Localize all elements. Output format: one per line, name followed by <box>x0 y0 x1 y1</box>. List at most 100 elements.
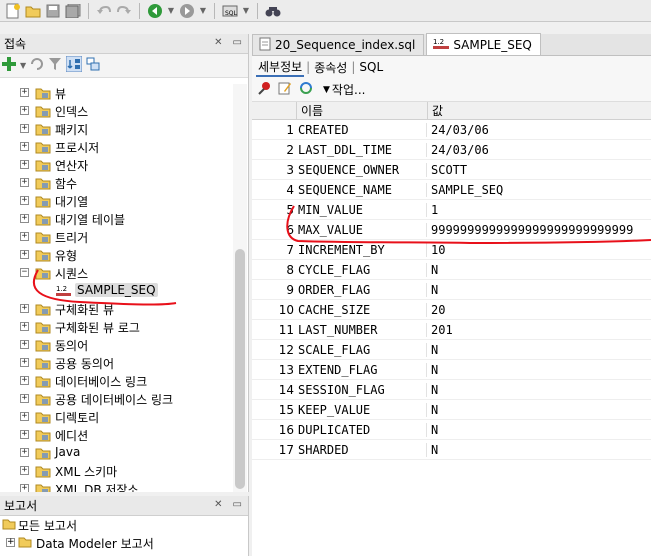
expand-icon[interactable]: + <box>20 106 29 115</box>
actions-menu-button[interactable]: ▼ 작업... <box>320 80 368 99</box>
table-row[interactable]: 10 CACHE_SIZE 20 <box>252 300 651 320</box>
tree-item-folder[interactable]: + 구체화된 뷰 <box>0 300 232 318</box>
scrollbar-thumb[interactable] <box>235 249 245 489</box>
forward-dropdown-icon[interactable]: ▼ <box>198 2 208 20</box>
expand-icon[interactable]: + <box>20 358 29 367</box>
expand-icon[interactable]: + <box>20 124 29 133</box>
expand-icon[interactable]: + <box>20 430 29 439</box>
subtab-dependencies[interactable]: 종속성 <box>312 59 349 76</box>
tree-item-folder[interactable]: + 동의어 <box>0 336 232 354</box>
tree-item-folder[interactable]: + 함수 <box>0 174 232 192</box>
property-name-cell[interactable]: INCREMENT_BY <box>296 242 427 257</box>
property-value-cell[interactable]: N <box>427 263 651 277</box>
property-value-cell[interactable]: 9999999999999999999999999999 <box>427 223 651 237</box>
property-value-cell[interactable]: N <box>427 423 651 437</box>
minimize-panel-icon[interactable]: ▭ <box>233 499 242 510</box>
tree-item-folder[interactable]: + 대기열 <box>0 192 232 210</box>
table-row[interactable]: 2 LAST_DDL_TIME 24/03/06 <box>252 140 651 160</box>
forward-icon[interactable] <box>178 2 196 20</box>
refresh-icon[interactable] <box>298 80 314 99</box>
property-value-cell[interactable]: 201 <box>427 323 651 337</box>
property-value-cell[interactable]: 1 <box>427 203 651 217</box>
tree-item-folder[interactable]: + 디렉토리 <box>0 408 232 426</box>
property-name-cell[interactable]: EXTEND_FLAG <box>296 362 427 377</box>
property-name-cell[interactable]: CACHE_SIZE <box>296 302 427 317</box>
expand-icon[interactable]: + <box>20 178 29 187</box>
tree-item-folder[interactable]: + 공용 데이터베이스 링크 <box>0 390 232 408</box>
property-name-cell[interactable]: MIN_VALUE <box>296 202 427 217</box>
tree-item-folder[interactable]: + 공용 동의어 <box>0 354 232 372</box>
expand-icon[interactable]: + <box>20 88 29 97</box>
property-name-cell[interactable]: SEQUENCE_NAME <box>296 182 427 197</box>
table-row[interactable]: 16 DUPLICATED N <box>252 420 651 440</box>
property-value-cell[interactable]: 24/03/06 <box>427 143 651 157</box>
property-value-cell[interactable]: SCOTT <box>427 163 651 177</box>
find-icon[interactable] <box>264 2 282 20</box>
property-name-cell[interactable]: SESSION_FLAG <box>296 382 427 397</box>
table-row[interactable]: 3 SEQUENCE_OWNER SCOTT <box>252 160 651 180</box>
table-row[interactable]: 6 MAX_VALUE 9999999999999999999999999999 <box>252 220 651 240</box>
property-value-cell[interactable]: N <box>427 343 651 357</box>
table-row[interactable]: 11 LAST_NUMBER 201 <box>252 320 651 340</box>
name-column-header[interactable]: 이름 <box>296 102 427 119</box>
expand-icon[interactable]: + <box>20 232 29 241</box>
property-value-cell[interactable]: N <box>427 283 651 297</box>
tree-item-folder[interactable]: + 뷰 <box>0 84 232 102</box>
tree-item-folder[interactable]: + 프로시저 <box>0 138 232 156</box>
tree-item-folder[interactable]: + 대기열 테이블 <box>0 210 232 228</box>
expand-icon[interactable]: + <box>20 322 29 331</box>
tree-item-folder[interactable]: + Java <box>0 444 232 462</box>
property-value-cell[interactable]: N <box>427 363 651 377</box>
property-name-cell[interactable]: KEEP_VALUE <box>296 402 427 417</box>
table-row[interactable]: 1 CREATED 24/03/06 <box>252 120 651 140</box>
property-value-cell[interactable]: 24/03/06 <box>427 123 651 137</box>
expand-icon[interactable]: + <box>20 250 29 259</box>
expand-icon[interactable]: + <box>20 448 29 457</box>
expand-icon[interactable]: + <box>6 538 15 547</box>
expand-icon[interactable]: + <box>20 304 29 313</box>
table-row[interactable]: 4 SEQUENCE_NAME SAMPLE_SEQ <box>252 180 651 200</box>
sql-icon[interactable]: SQL <box>221 2 239 20</box>
schema-browser-icon[interactable] <box>65 55 83 75</box>
property-name-cell[interactable]: CREATED <box>296 122 427 137</box>
tab-sql-file[interactable]: 20_Sequence_index.sql <box>252 34 425 55</box>
collapse-icon[interactable] <box>86 57 100 74</box>
open-icon[interactable] <box>24 2 42 20</box>
reports-item-data-modeler[interactable]: + Data Modeler 보고서 <box>0 534 248 552</box>
property-value-cell[interactable]: 10 <box>427 243 651 257</box>
property-name-cell[interactable]: LAST_DDL_TIME <box>296 142 427 157</box>
refresh-icon[interactable] <box>30 57 44 74</box>
tree-item-folder[interactable]: + 유형 <box>0 246 232 264</box>
tree-item-sequence[interactable]: 1.2 SAMPLE_SEQ <box>0 282 232 300</box>
tree-item-folder[interactable]: + XML 스키마 <box>0 462 232 480</box>
subtab-details[interactable]: 세부정보 <box>256 58 305 77</box>
tab-sample-seq[interactable]: 1.2 SAMPLE_SEQ <box>426 33 541 55</box>
reports-item-all[interactable]: 모든 보고서 <box>0 516 248 534</box>
table-row[interactable]: 12 SCALE_FLAG N <box>252 340 651 360</box>
expand-icon[interactable]: + <box>20 376 29 385</box>
expand-icon[interactable]: + <box>20 412 29 421</box>
minimize-panel-icon[interactable]: ▭ <box>233 37 242 48</box>
table-row[interactable]: 13 EXTEND_FLAG N <box>252 360 651 380</box>
tree-item-folder[interactable]: + 에디션 <box>0 426 232 444</box>
expand-icon[interactable]: + <box>20 196 29 205</box>
property-name-cell[interactable]: DUPLICATED <box>296 422 427 437</box>
property-name-cell[interactable]: LAST_NUMBER <box>296 322 427 337</box>
close-panel-icon[interactable]: ✕ <box>214 37 222 48</box>
redo-icon[interactable] <box>115 2 133 20</box>
property-value-cell[interactable]: N <box>427 443 651 457</box>
property-name-cell[interactable]: MAX_VALUE <box>296 222 427 237</box>
tree-item-folder[interactable]: + 연산자 <box>0 156 232 174</box>
property-name-cell[interactable]: SHARDED <box>296 442 427 457</box>
expand-icon[interactable]: + <box>20 214 29 223</box>
close-panel-icon[interactable]: ✕ <box>214 499 222 510</box>
tree-item-folder[interactable]: + XML DB 저장소 <box>0 480 232 492</box>
table-row[interactable]: 5 MIN_VALUE 1 <box>252 200 651 220</box>
tree-item-folder[interactable]: + 데이터베이스 링크 <box>0 372 232 390</box>
tree-item-folder[interactable]: + 패키지 <box>0 120 232 138</box>
expand-icon[interactable]: + <box>20 466 29 475</box>
table-row[interactable]: 17 SHARDED N <box>252 440 651 460</box>
property-name-cell[interactable]: CYCLE_FLAG <box>296 262 427 277</box>
value-column-header[interactable]: 값 <box>427 102 651 119</box>
sql-dropdown-icon[interactable]: ▼ <box>241 2 251 20</box>
